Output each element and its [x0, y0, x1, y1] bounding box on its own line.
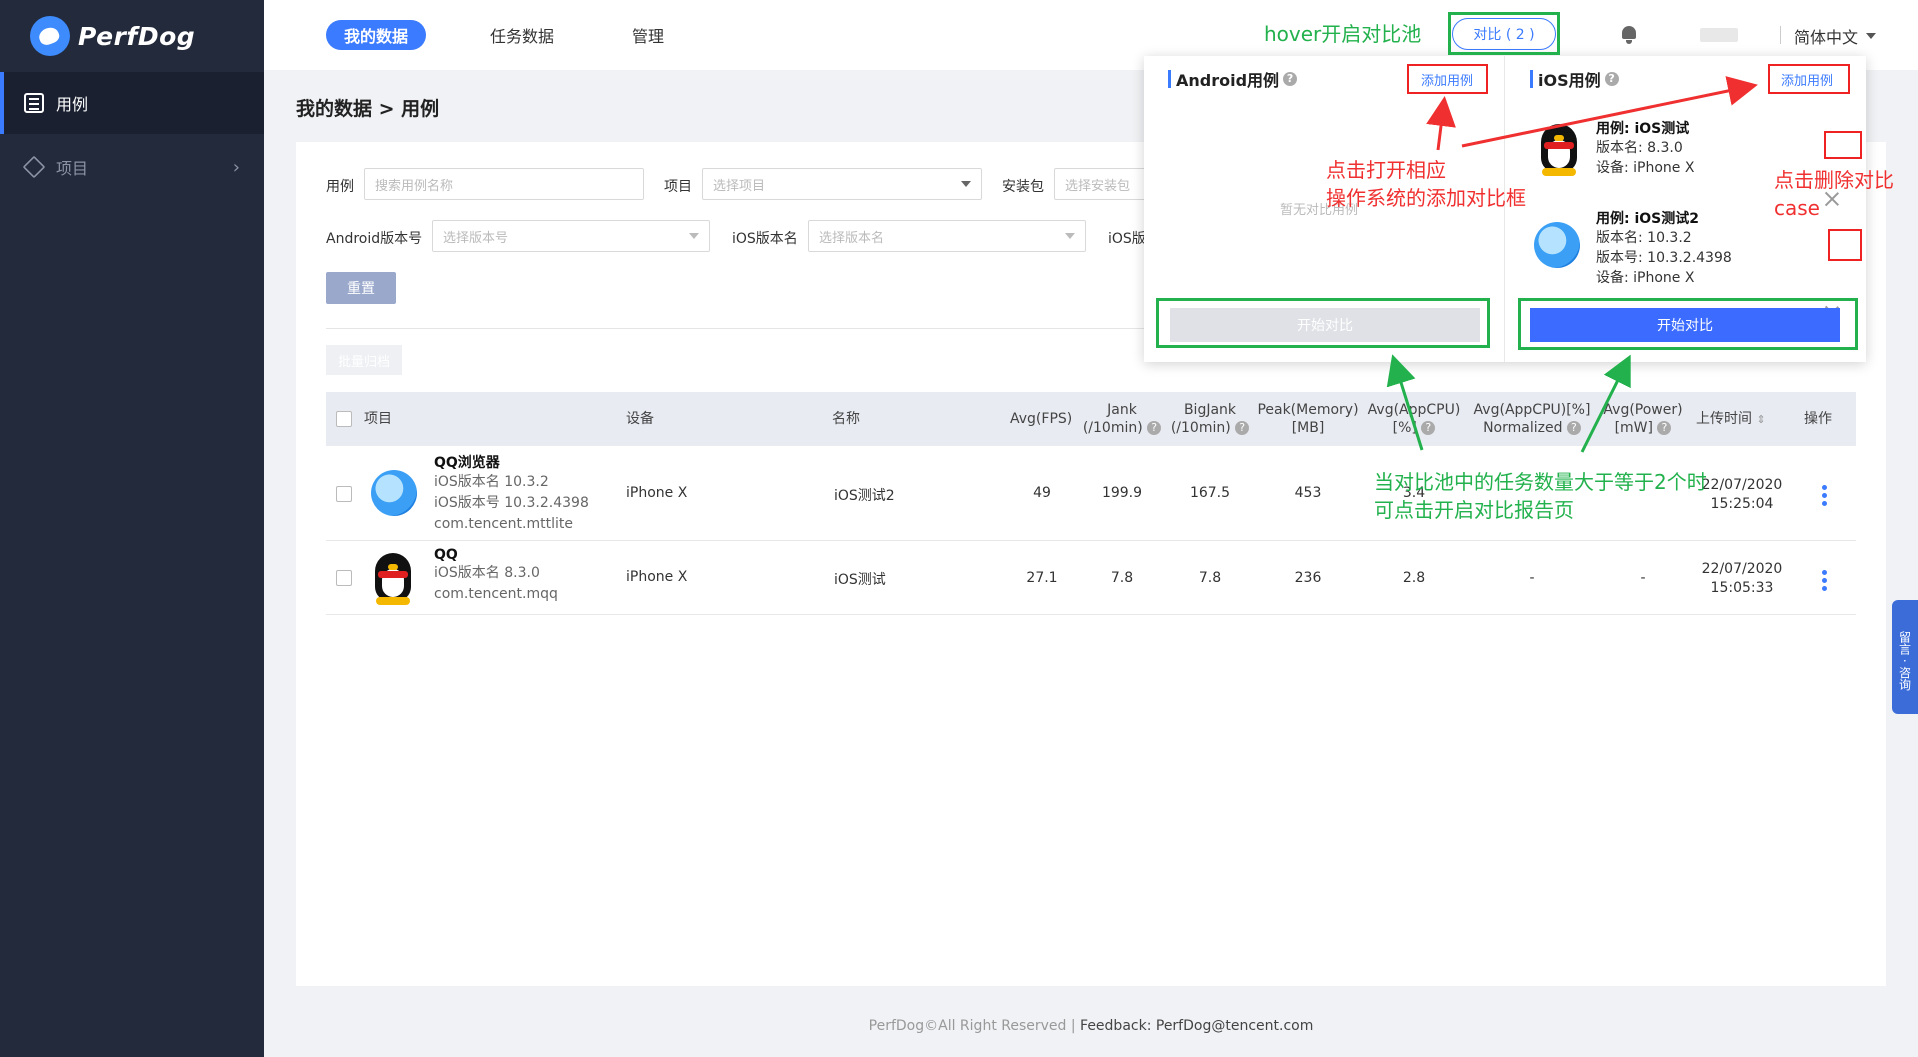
footer-copyright: PerfDog©All Right Reserved |: [868, 1018, 1081, 1034]
annotation-pool-line1: 当对比池中的任务数量大于等于2个时: [1374, 470, 1707, 494]
annotation-open-add-line1: 点击打开相应: [1326, 158, 1446, 182]
annotation-pool-text: 当对比池中的任务数量大于等于2个时 可点击开启对比报告页: [1374, 468, 1707, 524]
annotation-delete-text: 点击删除对比 case: [1774, 166, 1894, 222]
feedback-link[interactable]: Feedback: PerfDog@tencent.com: [1080, 1018, 1313, 1034]
annotation-open-add-text: 点击打开相应 操作系统的添加对比框: [1326, 156, 1526, 212]
annotation-pool-line2: 可点击开启对比报告页: [1374, 498, 1574, 522]
feedback-side-tab[interactable]: 留言 · 咨询: [1892, 600, 1918, 714]
annotation-arrows: [1386, 76, 1758, 453]
annotation-open-add-line2: 操作系统的添加对比框: [1326, 186, 1526, 210]
footer: PerfDog©All Right Reserved | Feedback: P…: [264, 1018, 1918, 1034]
annotation-delete-line1: 点击删除对比: [1774, 168, 1894, 192]
annotation-hover-text: hover开启对比池: [1264, 22, 1422, 46]
annotation-delete-line2: case: [1774, 196, 1820, 220]
